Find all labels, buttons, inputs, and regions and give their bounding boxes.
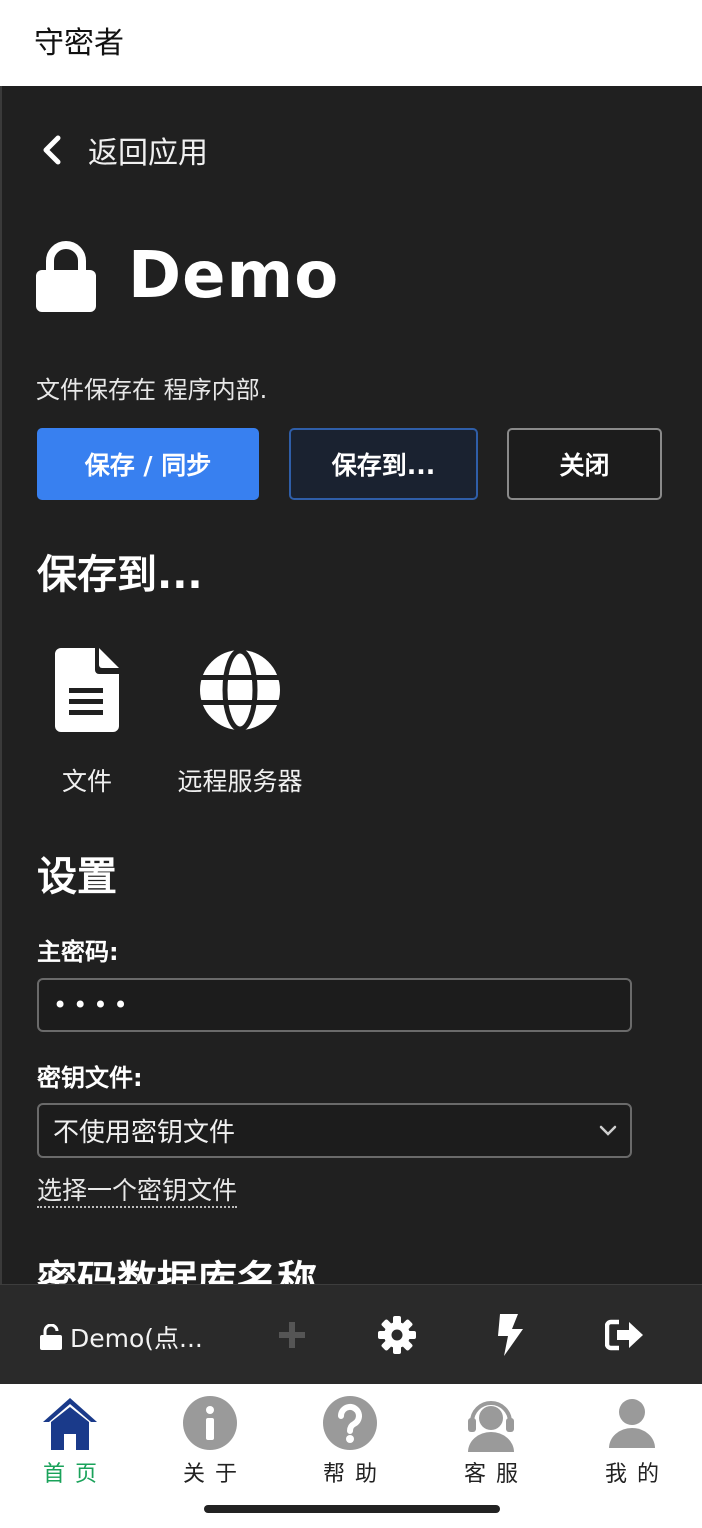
user-icon: [609, 1399, 655, 1448]
sign-out-icon: [605, 1319, 643, 1351]
question-icon: [323, 1396, 377, 1450]
nav-mine-label: 我的: [604, 1462, 669, 1487]
save-to-heading: 保存到...: [37, 552, 203, 598]
home-indicator[interactable]: [204, 1505, 500, 1513]
nav-home[interactable]: 首页: [20, 1394, 120, 1488]
headset-user-icon: [468, 1401, 514, 1452]
master-password-label: 主密码:: [37, 938, 119, 966]
settings-button[interactable]: [377, 1315, 417, 1355]
chevron-left-icon: [43, 135, 61, 165]
app-title: 守密者: [34, 26, 124, 61]
back-label: 返回应用: [88, 136, 208, 171]
add-entry-button[interactable]: [272, 1315, 312, 1355]
file-option-label: 文件: [61, 767, 112, 796]
plus-icon: [279, 1322, 305, 1348]
nav-service-label: 客服: [463, 1462, 528, 1487]
nav-customer-service[interactable]: 客服: [441, 1394, 541, 1488]
current-db-button[interactable]: Demo(点...: [40, 1319, 203, 1355]
database-header: Demo: [36, 236, 339, 316]
info-icon: [183, 1396, 237, 1450]
choose-keyfile-link[interactable]: 选择一个密钥文件: [37, 1176, 238, 1208]
save-to-button[interactable]: 保存到...: [289, 428, 478, 500]
save-sync-button[interactable]: 保存 / 同步: [37, 428, 259, 500]
remote-option-label: 远程服务器: [177, 767, 303, 796]
keyfile-selected-value: 不使用密钥文件: [53, 1118, 236, 1148]
gear-icon: [378, 1316, 416, 1354]
lock-icon: [36, 241, 96, 312]
bottom-toolbar: Demo(点...: [0, 1284, 702, 1384]
nav-about-label: 关于: [182, 1462, 247, 1487]
master-password-input[interactable]: [37, 978, 632, 1032]
bolt-icon: [498, 1314, 523, 1356]
globe-icon: [200, 648, 280, 732]
db-name-heading: 密码数据库名称: [37, 1258, 317, 1286]
unlock-icon: [40, 1324, 62, 1350]
current-db-label: Demo(点...: [70, 1324, 203, 1353]
keyfile-select[interactable]: 不使用密钥文件: [37, 1103, 632, 1158]
keyfile-label: 密钥文件:: [37, 1064, 143, 1092]
database-title: Demo: [128, 239, 340, 313]
nav-help[interactable]: 帮助: [300, 1394, 400, 1488]
nav-help-label: 帮助: [322, 1462, 387, 1487]
back-to-app-link[interactable]: 返回应用: [36, 128, 208, 172]
save-to-file-option[interactable]: 文件: [42, 648, 132, 798]
settings-heading: 设置: [37, 854, 117, 900]
close-button[interactable]: 关闭: [507, 428, 662, 500]
lock-exit-button[interactable]: [605, 1315, 645, 1355]
save-location-text: 文件保存在 程序内部.: [36, 376, 268, 404]
database-panel: 返回应用 Demo 文件保存在 程序内部. 保存 / 同步 保存到... 关闭 …: [0, 86, 702, 1286]
nav-about[interactable]: 关于: [160, 1394, 260, 1488]
save-to-remote-option[interactable]: 远程服务器: [170, 648, 310, 798]
generate-button[interactable]: [490, 1314, 530, 1356]
home-icon: [43, 1398, 97, 1450]
chevron-down-icon: [599, 1125, 617, 1136]
nav-home-label: 首页: [42, 1462, 107, 1487]
nav-mine[interactable]: 我的: [582, 1394, 682, 1488]
file-icon: [55, 648, 119, 732]
app-title-bar: 守密者: [0, 0, 702, 86]
